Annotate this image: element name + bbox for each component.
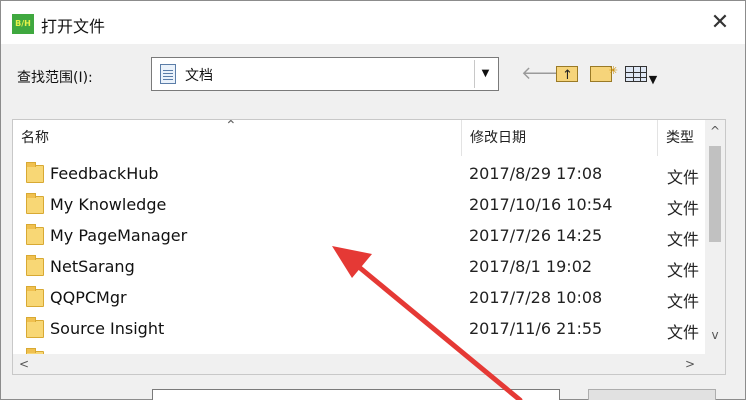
- item-type: 文件: [667, 261, 700, 280]
- folder-icon: [26, 162, 44, 183]
- dialog-title: 打开文件: [41, 17, 106, 36]
- item-name: QQPCMgr: [50, 288, 127, 307]
- scroll-up-button[interactable]: ^: [705, 124, 725, 144]
- horizontal-scrollbar[interactable]: < >: [13, 354, 725, 374]
- list-item[interactable]: NetSarang 2017/8/1 19:02 文件: [13, 251, 707, 282]
- list-item[interactable]: Source Insight 2017/11/6 21:55 文件: [13, 313, 707, 344]
- item-date: 2017/7/28 10:08: [469, 288, 603, 307]
- item-name: Source Insight: [50, 319, 165, 338]
- folder-icon: [26, 224, 44, 245]
- close-button[interactable]: ✕: [703, 7, 737, 39]
- list-item[interactable]: My Knowledge 2017/10/16 10:54 文件: [13, 189, 707, 220]
- back-button[interactable]: 🡐: [521, 61, 569, 87]
- item-date: 2017/11/6 21:55: [469, 319, 603, 338]
- view-menu-button[interactable]: ▼: [621, 61, 661, 87]
- look-in-label: 查找范围(I):: [17, 70, 93, 86]
- item-name: My PageManager: [50, 226, 188, 245]
- title-bar: B/H 打开文件 ✕: [1, 1, 745, 44]
- vertical-scroll-thumb[interactable]: [709, 146, 721, 242]
- item-type: 文件: [667, 292, 700, 311]
- item-type: 文件: [667, 199, 700, 218]
- look-in-combobox[interactable]: 文档 ▼: [151, 57, 499, 91]
- app-icon: B/H: [12, 14, 34, 34]
- item-name: NetSarang: [50, 257, 135, 276]
- list-item[interactable]: My PageManager 2017/7/26 14:25 文件: [13, 220, 707, 251]
- new-folder-icon: [590, 58, 618, 84]
- item-type: 文件: [667, 168, 700, 187]
- vertical-scrollbar[interactable]: ^ v: [705, 120, 725, 356]
- folder-icon: [26, 255, 44, 276]
- new-folder-button[interactable]: [587, 58, 618, 87]
- scroll-right-button[interactable]: >: [681, 354, 699, 374]
- item-date: 2017/8/29 17:08: [469, 164, 603, 183]
- chevron-down-icon: ▼: [648, 73, 658, 86]
- folder-up-icon: [556, 63, 578, 89]
- item-type: 文件: [667, 323, 700, 342]
- scroll-down-button[interactable]: v: [705, 328, 725, 348]
- list-item[interactable]: QQPCMgr 2017/7/28 10:08 文件: [13, 282, 707, 313]
- look-in-dropdown-button[interactable]: ▼: [474, 60, 496, 88]
- open-file-dialog: B/H 打开文件 ✕ 查找范围(I): 文档 ▼ 🡐 ▼ ⌃ 名称 修改日期 类…: [0, 0, 746, 400]
- open-button[interactable]: [588, 389, 716, 400]
- item-type: 文件: [667, 230, 700, 249]
- look-in-value: 文档: [185, 68, 213, 84]
- column-header-date[interactable]: 修改日期: [461, 120, 657, 156]
- file-name-input[interactable]: [152, 389, 560, 400]
- folder-icon: [26, 286, 44, 307]
- item-date: 2017/8/1 19:02: [469, 257, 593, 276]
- item-date: 2017/10/16 10:54: [469, 195, 613, 214]
- folder-icon: [26, 317, 44, 338]
- list-item[interactable]: FeedbackHub 2017/8/29 17:08 文件: [13, 158, 707, 189]
- column-header-name[interactable]: 名称: [13, 120, 461, 156]
- document-folder-icon: [160, 64, 176, 84]
- file-list[interactable]: ⌃ 名称 修改日期 类型 FeedbackHub 2017/8/29 17:08…: [12, 119, 726, 375]
- up-one-level-button[interactable]: [553, 61, 581, 89]
- scroll-left-button[interactable]: <: [15, 354, 33, 374]
- item-name: FeedbackHub: [50, 164, 159, 183]
- item-name: My Knowledge: [50, 195, 167, 214]
- view-details-icon: [624, 66, 647, 82]
- column-header-type[interactable]: 类型: [657, 120, 707, 156]
- folder-icon: [26, 193, 44, 214]
- item-date: 2017/7/26 14:25: [469, 226, 603, 245]
